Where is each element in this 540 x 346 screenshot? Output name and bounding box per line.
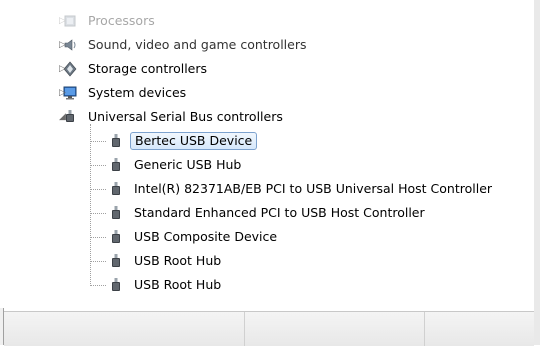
status-bar-pane: [4, 312, 245, 346]
tree-item-label: Bertec USB Device: [130, 132, 258, 150]
tree-guide-line: [90, 141, 106, 142]
tree-item-label: Generic USB Hub: [134, 157, 242, 172]
usb-device-icon: [112, 158, 120, 171]
tree-item-system-devices[interactable]: ▷ System devices: [59, 82, 190, 104]
tree-item-usb-device[interactable]: USB Root Hub: [108, 250, 225, 272]
usb-device-icon: [112, 230, 120, 243]
expand-arrow-icon[interactable]: ▷: [58, 64, 67, 74]
tree-item-usb-device[interactable]: USB Root Hub: [108, 274, 225, 296]
usb-device-icon: [112, 134, 120, 147]
tree-item-usb-device[interactable]: Bertec USB Device: [108, 130, 258, 152]
tree-item-processors[interactable]: ▷ Processors: [59, 10, 159, 32]
tree-item-usb-device[interactable]: Standard Enhanced PCI to USB Host Contro…: [108, 202, 429, 224]
expand-arrow-icon[interactable]: ▷: [58, 40, 67, 50]
tree-guide-line: [90, 213, 106, 214]
usb-device-icon: [112, 254, 120, 267]
tree-item-storage-controllers[interactable]: ▷ Storage controllers: [59, 58, 211, 80]
tree-item-label: Sound, video and game controllers: [88, 37, 307, 52]
tree-item-label: System devices: [88, 85, 187, 100]
tree-item-usb-device[interactable]: Intel(R) 82371AB/EB PCI to USB Universal…: [108, 178, 496, 200]
tree-item-label: Intel(R) 82371AB/EB PCI to USB Universal…: [134, 181, 493, 196]
tree-guide-line: [90, 165, 106, 166]
tree-item-usb-controllers[interactable]: ◢ Universal Serial Bus controllers: [59, 106, 287, 128]
tree-item-label: Processors: [88, 13, 155, 28]
tree-guide-line: [90, 237, 106, 238]
status-bar-pane: [244, 312, 425, 346]
tree-item-usb-device[interactable]: Generic USB Hub: [108, 154, 245, 176]
collapse-arrow-icon[interactable]: ◢: [58, 112, 67, 122]
tree-guide-line: [90, 261, 106, 262]
tree-item-sound-video-game[interactable]: ▷ Sound, video and game controllers: [59, 34, 311, 56]
usb-device-icon: [112, 206, 120, 219]
tree-item-label: USB Root Hub: [134, 253, 222, 268]
window-right-border: [534, 0, 540, 345]
usb-device-icon: [112, 278, 120, 291]
usb-device-icon: [112, 182, 120, 195]
tree-guide-line: [90, 189, 106, 190]
status-bar: [4, 311, 534, 346]
status-bar-pane: [424, 312, 533, 346]
tree-item-label: Standard Enhanced PCI to USB Host Contro…: [134, 205, 425, 220]
expand-arrow-icon[interactable]: ▷: [58, 88, 67, 98]
tree-item-label: USB Composite Device: [134, 229, 278, 244]
device-tree[interactable]: ▷ Processors ▷ Sound, video and game con…: [0, 0, 534, 308]
tree-item-label: USB Root Hub: [134, 277, 222, 292]
tree-guide-line: [90, 285, 106, 286]
tree-item-label: Storage controllers: [88, 61, 208, 76]
tree-item-usb-device[interactable]: USB Composite Device: [108, 226, 281, 248]
expand-arrow-icon[interactable]: ▷: [58, 16, 67, 26]
tree-item-label: Universal Serial Bus controllers: [88, 109, 283, 124]
